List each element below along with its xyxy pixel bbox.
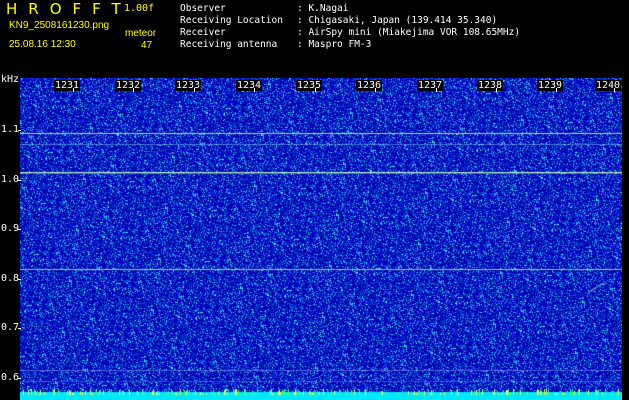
info-value: : Chigasaki, Japan (139.414 35.340): [297, 15, 498, 26]
x-tick-mark: [254, 88, 255, 92]
x-tick-label: 1234: [236, 80, 263, 91]
x-tick-label: 1231: [54, 80, 81, 91]
file-name: KN9_2508161230.png: [9, 20, 110, 31]
info-key: Observer: [180, 3, 226, 14]
info-value: : Maspro FM-3: [297, 39, 372, 50]
x-tick-label: 1232: [115, 80, 142, 91]
capture-datetime: 25.08.16 12:30: [9, 39, 76, 50]
info-key: Receiver: [180, 27, 226, 38]
x-tick-label: 1239: [537, 80, 564, 91]
x-tick-mark: [133, 88, 134, 92]
x-tick-label: 1238: [477, 80, 504, 91]
x-tick-mark: [194, 88, 195, 92]
x-tick-mark: [73, 88, 74, 92]
meteor-count: 47: [141, 40, 153, 51]
spectrogram-canvas[interactable]: [20, 78, 622, 400]
y-tick-mark: [18, 279, 21, 280]
y-tick-mark: [18, 180, 21, 181]
info-value: : K.Nagai: [297, 3, 349, 14]
y-tick-mark: [18, 229, 21, 230]
x-tick-mark: [496, 88, 497, 92]
info-key: Receiving Location: [180, 15, 283, 26]
info-key: Receiving antenna: [180, 39, 278, 50]
info-value: : AirSpy mini (Miakejima VOR 108.65MHz): [297, 27, 521, 38]
y-tick-mark: [18, 328, 21, 329]
y-tick-mark: [18, 130, 21, 131]
x-tick-label: 1235: [296, 80, 323, 91]
info-row-location: Receiving Location : Chigasaki, Japan (13…: [180, 15, 520, 27]
x-tick-label: 1233: [175, 80, 202, 91]
meteor-label: meteor: [125, 28, 157, 39]
x-tick-mark: [375, 88, 376, 92]
info-row-antenna: Receiving antenna : Maspro FM-3: [180, 39, 520, 51]
x-tick-mark: [614, 88, 615, 92]
x-tick-label: 1240: [595, 80, 622, 91]
x-tick-mark: [556, 88, 557, 92]
x-tick-label: 1236: [356, 80, 383, 91]
x-tick-mark: [436, 88, 437, 92]
hrofft-window: HROFFT 1.00f KN9_2508161230.png 25.08.16…: [0, 0, 629, 400]
y-axis-unit: kHz: [1, 74, 20, 85]
info-row-receiver: Receiver : AirSpy mini (Miakejima VOR 108…: [180, 27, 520, 39]
app-brand: HROFFT: [6, 0, 132, 18]
x-tick-mark: [315, 88, 316, 92]
station-info: Observer : K.Nagai Receiving Location : Ch…: [180, 3, 520, 51]
x-tick-label: 1237: [417, 80, 444, 91]
app-version: 1.00f: [124, 3, 155, 14]
info-row-observer: Observer : K.Nagai: [180, 3, 520, 15]
y-tick-mark: [18, 378, 21, 379]
